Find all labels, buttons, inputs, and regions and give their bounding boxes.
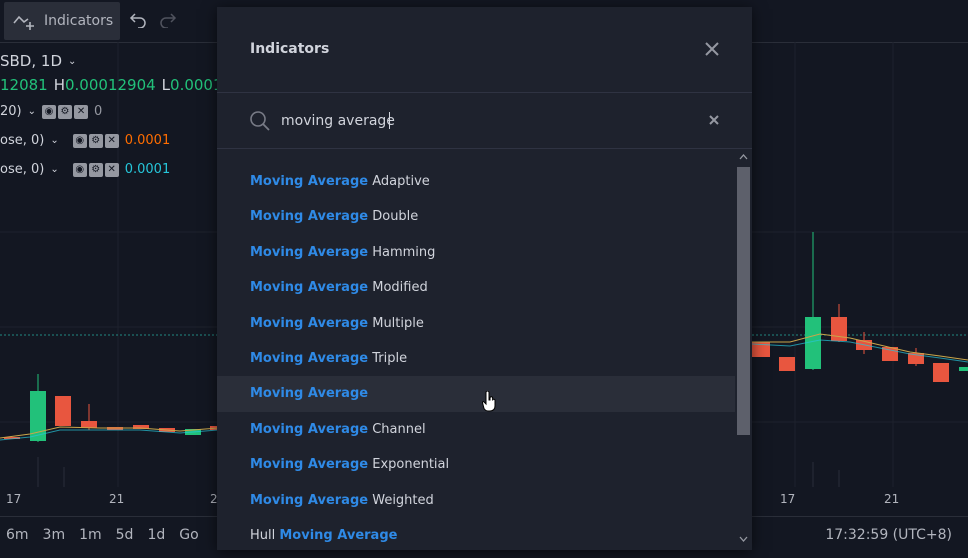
low-key: L [161, 76, 171, 94]
gear-icon[interactable]: ⚙ [88, 162, 103, 177]
range-5d[interactable]: 5d [116, 527, 134, 543]
item-text-match: Moving Average [250, 386, 369, 402]
study-label: ose, 0) [0, 162, 45, 177]
text-caret [389, 112, 390, 129]
study-legend-3[interactable]: ose, 0) ⌄ ◉ ⚙ ✕ 0.0001 [0, 162, 170, 177]
range-1m[interactable]: 1m [79, 527, 102, 543]
scroll-thumb[interactable] [737, 167, 750, 435]
item-text-match: Moving Average [250, 492, 369, 508]
item-text-match: Moving Average [250, 280, 369, 296]
item-text-match: Moving Average [250, 457, 369, 473]
indicator-list-item[interactable]: Moving Average Channel [217, 412, 735, 447]
divider [217, 148, 752, 149]
study-legend-1[interactable]: 20) ⌄ ◉ ⚙ ✕ 0 [0, 104, 102, 119]
indicator-list-item[interactable]: Moving Average Multiple [217, 306, 735, 341]
item-text-match: Moving Average [250, 174, 369, 189]
scroll-up-icon[interactable] [739, 154, 748, 160]
indicator-list-item[interactable]: Moving Average Hamming [217, 235, 735, 270]
indicator-list-item[interactable]: Moving Average [217, 376, 735, 412]
item-text-suffix: Triple [368, 350, 408, 366]
indicators-button-label: Indicators [44, 13, 114, 29]
chevron-down-icon[interactable]: ⌄ [50, 164, 58, 175]
clear-search-button[interactable] [708, 114, 720, 126]
search-icon [250, 111, 270, 131]
study-label: ose, 0) [0, 133, 45, 148]
list-scrollbar[interactable] [735, 150, 752, 550]
indicators-button[interactable]: Indicators [4, 2, 120, 40]
close-icon[interactable]: ✕ [104, 133, 119, 148]
scroll-down-icon[interactable] [739, 536, 748, 542]
x-axis-label: 21 [109, 492, 125, 506]
clock[interactable]: 17:32:59 (UTC+8) [825, 527, 952, 543]
item-text-match: Moving Average [250, 209, 369, 225]
divider [217, 92, 752, 93]
chevron-down-icon: ⌄ [68, 55, 77, 67]
redo-icon [160, 13, 177, 28]
open-value: 12081 [0, 76, 48, 94]
clear-icon [709, 115, 719, 125]
hand-cursor-icon [482, 391, 496, 412]
item-text-match: Moving Average [279, 527, 398, 543]
chevron-down-icon[interactable]: ⌄ [28, 106, 36, 117]
undo-icon [129, 13, 146, 28]
study-value: 0.0001 [124, 162, 171, 177]
study-legend-2[interactable]: ose, 0) ⌄ ◉ ⚙ ✕ 0.0001 [0, 133, 170, 148]
indicator-list-item[interactable]: Moving Average Weighted [217, 483, 735, 518]
gear-icon[interactable]: ⚙ [88, 133, 103, 148]
close-icon[interactable]: ✕ [74, 104, 89, 119]
close-icon [705, 42, 719, 56]
item-text-match: Moving Average [250, 350, 369, 366]
item-text-match: Moving Average [250, 244, 369, 260]
search-input[interactable] [281, 110, 681, 132]
goto-button[interactable]: Go [179, 527, 198, 543]
study-value: 0.0001 [124, 133, 171, 148]
range-buttons: 6m 3m 1m 5d 1d Go [6, 527, 199, 543]
study-value: 0 [94, 104, 103, 119]
high-key: H [53, 76, 65, 94]
indicator-list-item[interactable]: Hull Moving Average [217, 518, 735, 550]
indicator-list-item[interactable]: Moving Average Triple [217, 341, 735, 376]
item-text-suffix: Modified [368, 280, 428, 296]
eye-icon[interactable]: ◉ [42, 104, 57, 119]
item-text-suffix: Hamming [368, 244, 436, 260]
gear-icon[interactable]: ⚙ [58, 104, 73, 119]
indicators-dialog: Indicators Moving Average AdaptiveMoving… [217, 7, 752, 550]
x-axis-label: 21 [884, 492, 900, 506]
low-value: 0.0001 [170, 76, 223, 94]
redo-button[interactable] [158, 10, 178, 30]
indicator-list: Moving Average Adaptive Moving Average Do… [217, 164, 735, 550]
range-1d[interactable]: 1d [147, 527, 165, 543]
item-text-prefix: Hull [250, 527, 280, 543]
chevron-down-icon[interactable]: ⌄ [50, 135, 58, 146]
indicator-list-item[interactable]: Moving Average Modified [217, 270, 735, 305]
item-text-suffix: Exponential [368, 457, 450, 473]
dialog-title: Indicators [250, 41, 330, 57]
x-axis-label: 17 [780, 492, 796, 506]
item-text-suffix: Channel [368, 421, 426, 437]
ohlc-values: 12081 H 0.00012904 L 0.0001 [0, 76, 223, 94]
item-text-match: Moving Average [250, 421, 369, 437]
range-6m[interactable]: 6m [6, 527, 29, 543]
symbol-label: SBD, 1D [0, 52, 62, 70]
indicators-icon [13, 15, 34, 30]
study-label: 20) [0, 104, 22, 119]
symbol-title[interactable]: SBD, 1D ⌄ [0, 52, 76, 70]
item-text-match: Moving Average [250, 315, 369, 331]
item-text-suffix: Double [368, 209, 419, 225]
indicator-list-item[interactable]: Moving Average Adaptive [217, 164, 735, 199]
high-value: 0.00012904 [65, 76, 156, 94]
undo-button[interactable] [128, 10, 148, 30]
eye-icon[interactable]: ◉ [72, 133, 87, 148]
item-text-suffix: Adaptive [368, 174, 430, 189]
indicator-list-item[interactable]: Moving Average Double [217, 199, 735, 234]
range-3m[interactable]: 3m [43, 527, 66, 543]
x-axis-label: 17 [6, 492, 22, 506]
item-text-suffix: Weighted [368, 492, 434, 508]
close-icon[interactable]: ✕ [104, 162, 119, 177]
item-text-suffix: Multiple [368, 315, 424, 331]
dialog-close-button[interactable] [703, 40, 721, 58]
indicator-list-item[interactable]: Moving Average Exponential [217, 447, 735, 482]
eye-icon[interactable]: ◉ [72, 162, 87, 177]
